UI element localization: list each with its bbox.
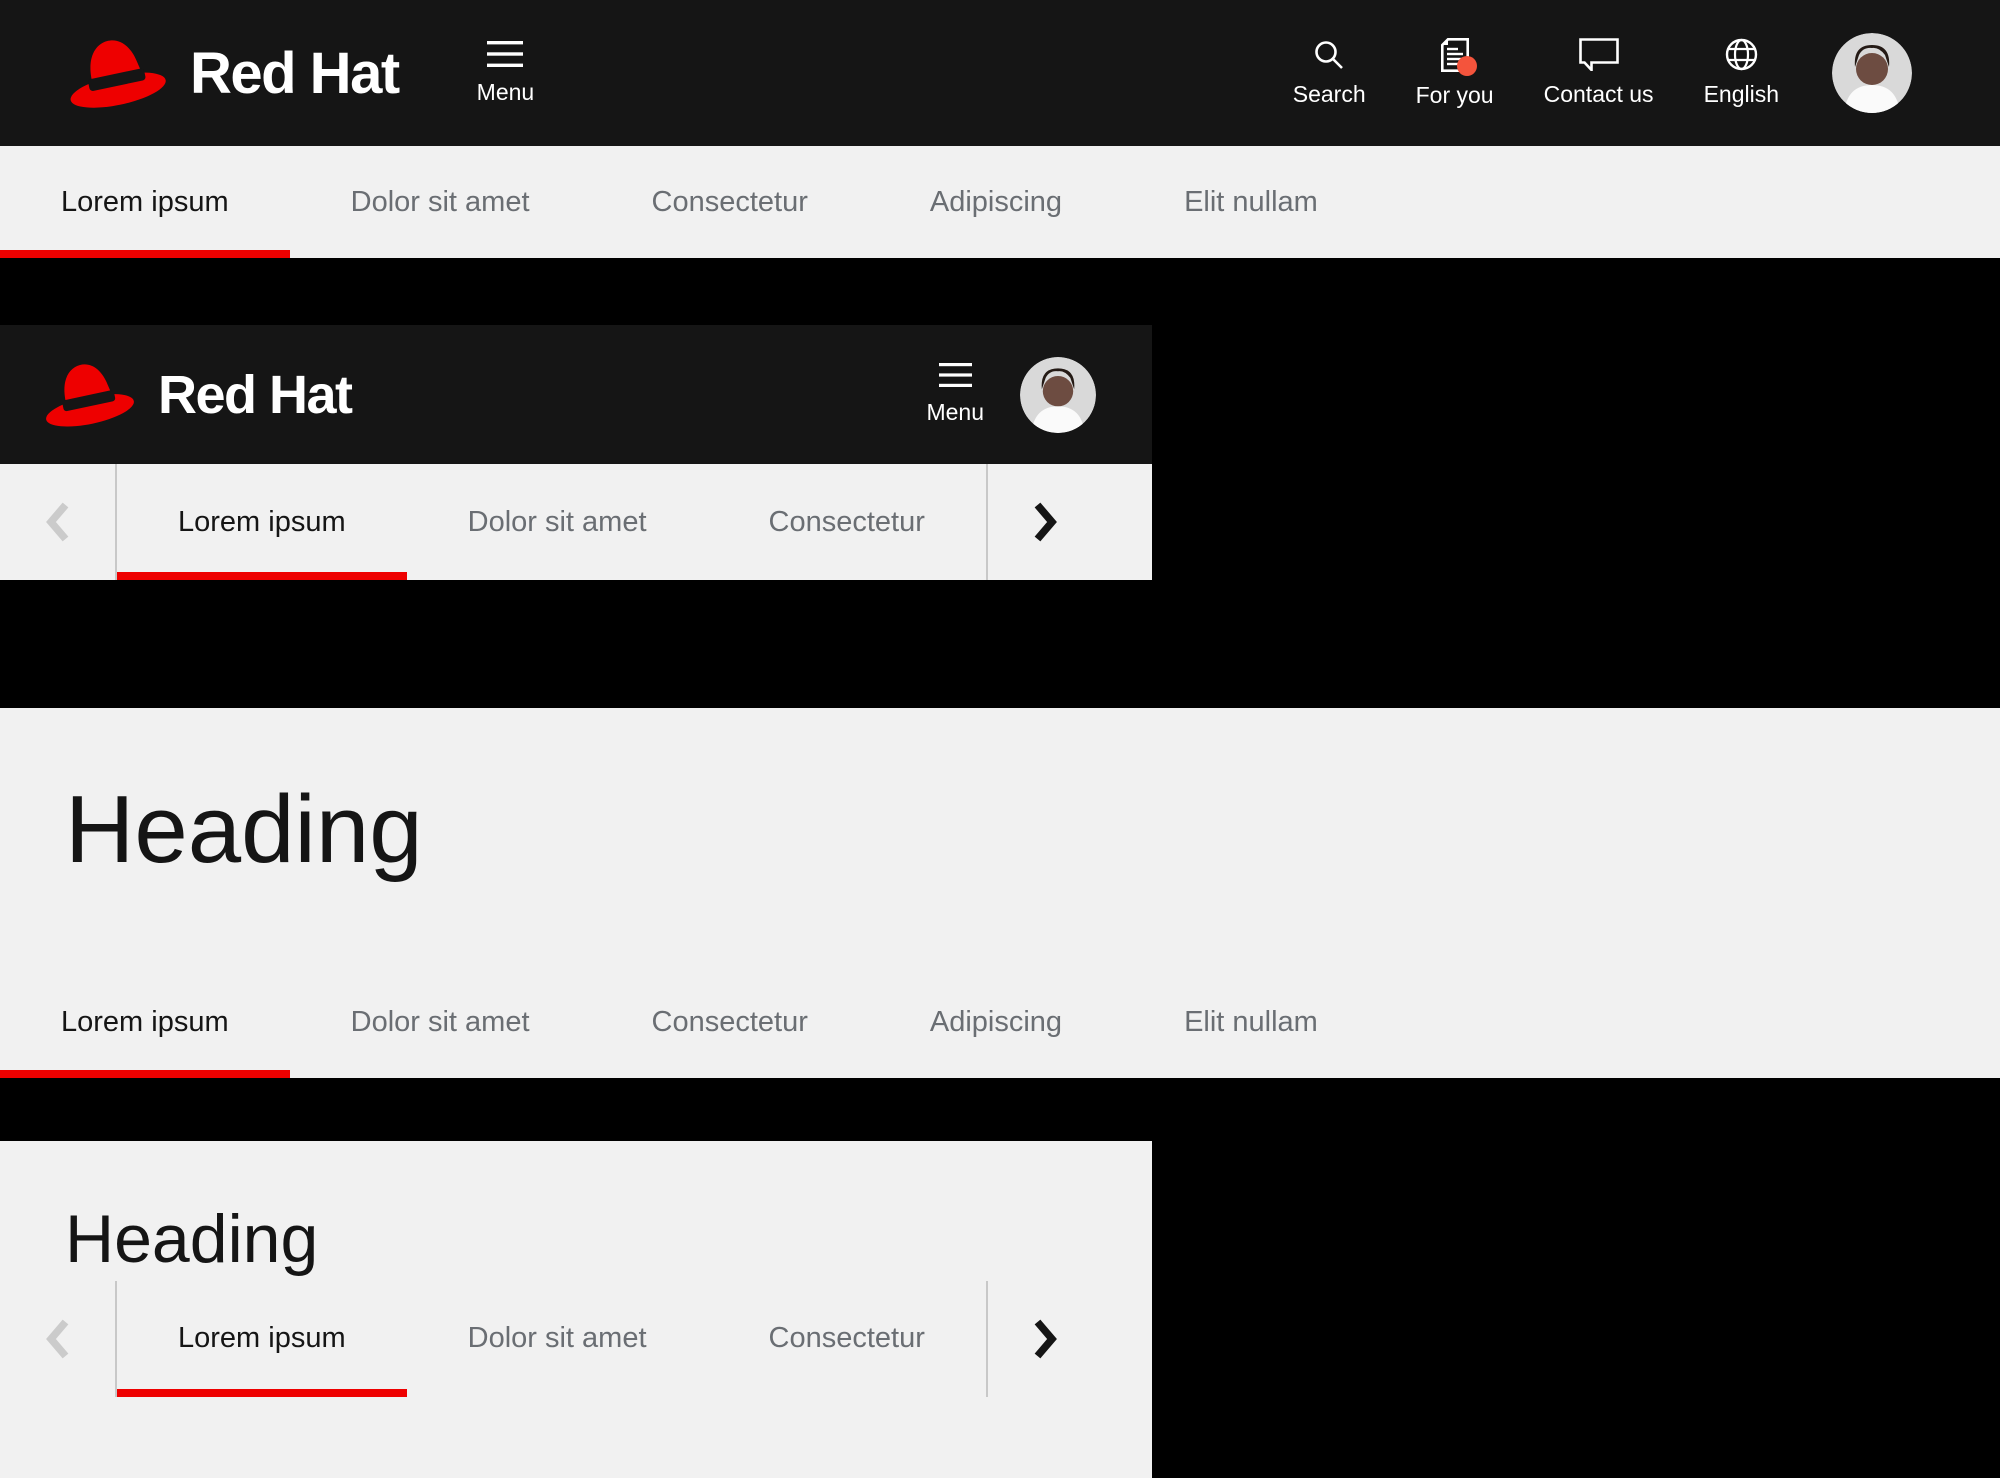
spacer-band — [0, 1078, 2000, 1141]
user-avatar[interactable] — [1020, 356, 1096, 433]
document-icon — [1440, 37, 1477, 76]
tab[interactable]: Dolor sit amet — [290, 146, 591, 258]
for-you-label: For you — [1415, 81, 1494, 108]
contact-us-button[interactable]: Contact us — [1519, 38, 1679, 108]
tab[interactable]: Dolor sit amet — [290, 966, 591, 1078]
tab-label: Consectetur — [768, 505, 925, 538]
tabs-scroll-prev-button[interactable] — [0, 464, 115, 580]
search-button[interactable]: Search — [1268, 39, 1391, 108]
tab-label: Adipiscing — [929, 185, 1063, 218]
tabs-scroll-prev-button[interactable] — [0, 1281, 115, 1397]
mobile-tab-bar: Lorem ipsum Dolor sit amet Consectetur — [0, 1280, 1152, 1397]
mobile-header-actions: Menu — [926, 356, 1152, 433]
fedora-hat-icon — [46, 364, 134, 427]
tab[interactable]: Consectetur — [708, 1281, 986, 1397]
tab-label: Consectetur — [768, 1322, 925, 1355]
mobile-tabs: Lorem ipsum Dolor sit amet Consectetur — [115, 1280, 988, 1397]
tab[interactable]: Adipiscing — [869, 146, 1123, 258]
tab-label: Dolor sit amet — [467, 505, 647, 538]
chat-bubble-icon — [1578, 38, 1619, 71]
mobile-header: Red Hat Menu — [0, 325, 1152, 464]
mobile-tabs: Lorem ipsum Dolor sit amet Consectetur — [115, 464, 988, 580]
menu-button[interactable]: Menu — [926, 363, 984, 426]
search-icon — [1315, 40, 1344, 69]
tab-label: Consectetur — [651, 185, 808, 218]
tabs-scroll-next-button[interactable] — [988, 1281, 1103, 1397]
language-button[interactable]: English — [1679, 38, 1804, 108]
tab[interactable]: Consectetur — [708, 464, 986, 580]
tab[interactable]: Lorem ipsum — [117, 1281, 407, 1397]
tab[interactable]: Elit nullam — [1123, 966, 1379, 1078]
page-title: Heading — [65, 776, 423, 883]
hamburger-icon — [487, 40, 524, 67]
tab[interactable]: Dolor sit amet — [407, 464, 708, 580]
fedora-hat-icon — [70, 40, 166, 108]
tab[interactable]: Consectetur — [591, 966, 869, 1078]
chevron-left-icon — [46, 502, 69, 542]
mobile-hero-section: Heading Lorem ipsum Dolor sit amet Conse… — [0, 1141, 1152, 1478]
tab-label: Elit nullam — [1184, 1005, 1318, 1038]
logo-text: Red Hat — [158, 364, 353, 425]
tab-label: Dolor sit amet — [350, 185, 530, 218]
tab-label: Lorem ipsum — [178, 505, 346, 538]
tab[interactable]: Elit nullam — [1123, 146, 1379, 258]
tab-label: Consectetur — [651, 1005, 808, 1038]
tab[interactable]: Lorem ipsum — [117, 464, 407, 580]
tab-label: Dolor sit amet — [350, 1005, 530, 1038]
globe-icon — [1725, 38, 1757, 71]
mobile-tab-bar: Lorem ipsum Dolor sit amet Consectetur — [0, 464, 1152, 580]
contact-us-label: Contact us — [1543, 81, 1654, 107]
tab-label: Lorem ipsum — [61, 185, 229, 218]
user-avatar[interactable] — [1832, 33, 1912, 113]
tab-label: Lorem ipsum — [178, 1322, 346, 1355]
tab-label: Lorem ipsum — [61, 1005, 229, 1038]
menu-label: Menu — [476, 78, 535, 105]
desktop-tab-bar: Lorem ipsum Dolor sit amet Consectetur A… — [0, 966, 2000, 1078]
tab-label: Adipiscing — [929, 1005, 1063, 1038]
for-you-button[interactable]: For you — [1391, 37, 1519, 109]
language-label: English — [1703, 81, 1779, 107]
tab[interactable]: Adipiscing — [869, 966, 1123, 1078]
mobile-example-card: Red Hat Menu Lorem ipsum Dolor sit amet … — [0, 325, 1152, 580]
tab-label: Dolor sit amet — [467, 1322, 647, 1355]
spacer-band — [0, 580, 2000, 708]
utility-nav: Search For you Contact us English — [1268, 37, 1804, 109]
desktop-header: Red Hat Menu Search For you Contact us E… — [0, 0, 2000, 146]
tab[interactable]: Consectetur — [591, 146, 869, 258]
tabs-scroll-next-button[interactable] — [988, 464, 1103, 580]
tab[interactable]: Dolor sit amet — [407, 1281, 708, 1397]
chevron-left-icon — [46, 1319, 69, 1359]
page-title: Heading — [65, 1201, 319, 1277]
notification-dot — [1456, 55, 1477, 76]
logo-text: Red Hat — [190, 40, 400, 106]
spacer-band — [0, 258, 2000, 325]
desktop-tab-bar: Lorem ipsum Dolor sit amet Consectetur A… — [0, 146, 2000, 258]
redhat-logo[interactable]: Red Hat — [40, 354, 353, 435]
menu-button[interactable]: Menu — [476, 40, 535, 106]
tab[interactable]: Lorem ipsum — [0, 966, 290, 1078]
chevron-right-icon — [1034, 502, 1057, 542]
desktop-hero-section: Heading Lorem ipsum Dolor sit amet Conse… — [0, 708, 2000, 1078]
chevron-right-icon — [1034, 1319, 1057, 1359]
tab-label: Elit nullam — [1184, 185, 1318, 218]
menu-label: Menu — [926, 399, 984, 425]
page: Red Hat Menu Search For you Contact us E… — [0, 0, 2000, 1478]
search-label: Search — [1292, 80, 1366, 107]
hamburger-icon — [938, 363, 972, 387]
redhat-logo[interactable]: Red Hat — [64, 29, 400, 117]
tab[interactable]: Lorem ipsum — [0, 146, 290, 258]
